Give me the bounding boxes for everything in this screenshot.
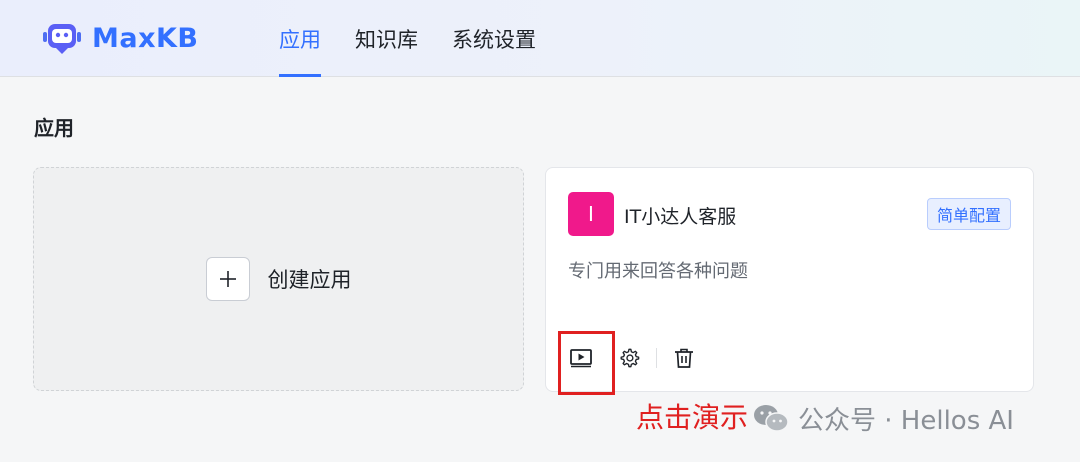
- create-app-label: 创建应用: [267, 268, 352, 292]
- app-avatar: I: [568, 192, 614, 236]
- delete-button[interactable]: [671, 345, 697, 371]
- tab-knowledge-base[interactable]: 知识库: [355, 0, 418, 77]
- wechat-icon: [754, 405, 789, 432]
- create-app-card[interactable]: 创建应用: [33, 167, 524, 391]
- highlight-box: [558, 331, 615, 395]
- annotation-label: 点击演示: [636, 401, 749, 434]
- logo-text: MaxKB: [92, 22, 199, 54]
- watermark-text: 公众号 · Hellos AI: [798, 405, 1014, 436]
- gear-icon: [620, 348, 640, 368]
- page-title: 应用: [34, 116, 74, 140]
- watermark: 公众号 · Hellos AI: [752, 401, 1014, 436]
- plus-icon: [205, 257, 250, 301]
- app-name: IT小达人客服: [624, 206, 737, 228]
- app-description: 专门用来回答各种问题: [568, 261, 748, 282]
- tab-system-settings[interactable]: 系统设置: [452, 0, 536, 77]
- action-divider: [656, 348, 657, 368]
- top-header: MaxKB 应用 知识库 系统设置: [0, 0, 1080, 77]
- app-card[interactable]: I IT小达人客服 简单配置 专门用来回答各种问题: [545, 167, 1034, 392]
- trash-icon: [675, 348, 693, 368]
- robot-logo-icon: [43, 24, 81, 54]
- tab-apps[interactable]: 应用: [279, 0, 321, 77]
- settings-button[interactable]: [616, 345, 642, 371]
- logo[interactable]: MaxKB: [42, 20, 199, 56]
- app-type-tag: 简单配置: [926, 198, 1011, 230]
- main-nav: 应用 知识库 系统设置: [279, 0, 570, 77]
